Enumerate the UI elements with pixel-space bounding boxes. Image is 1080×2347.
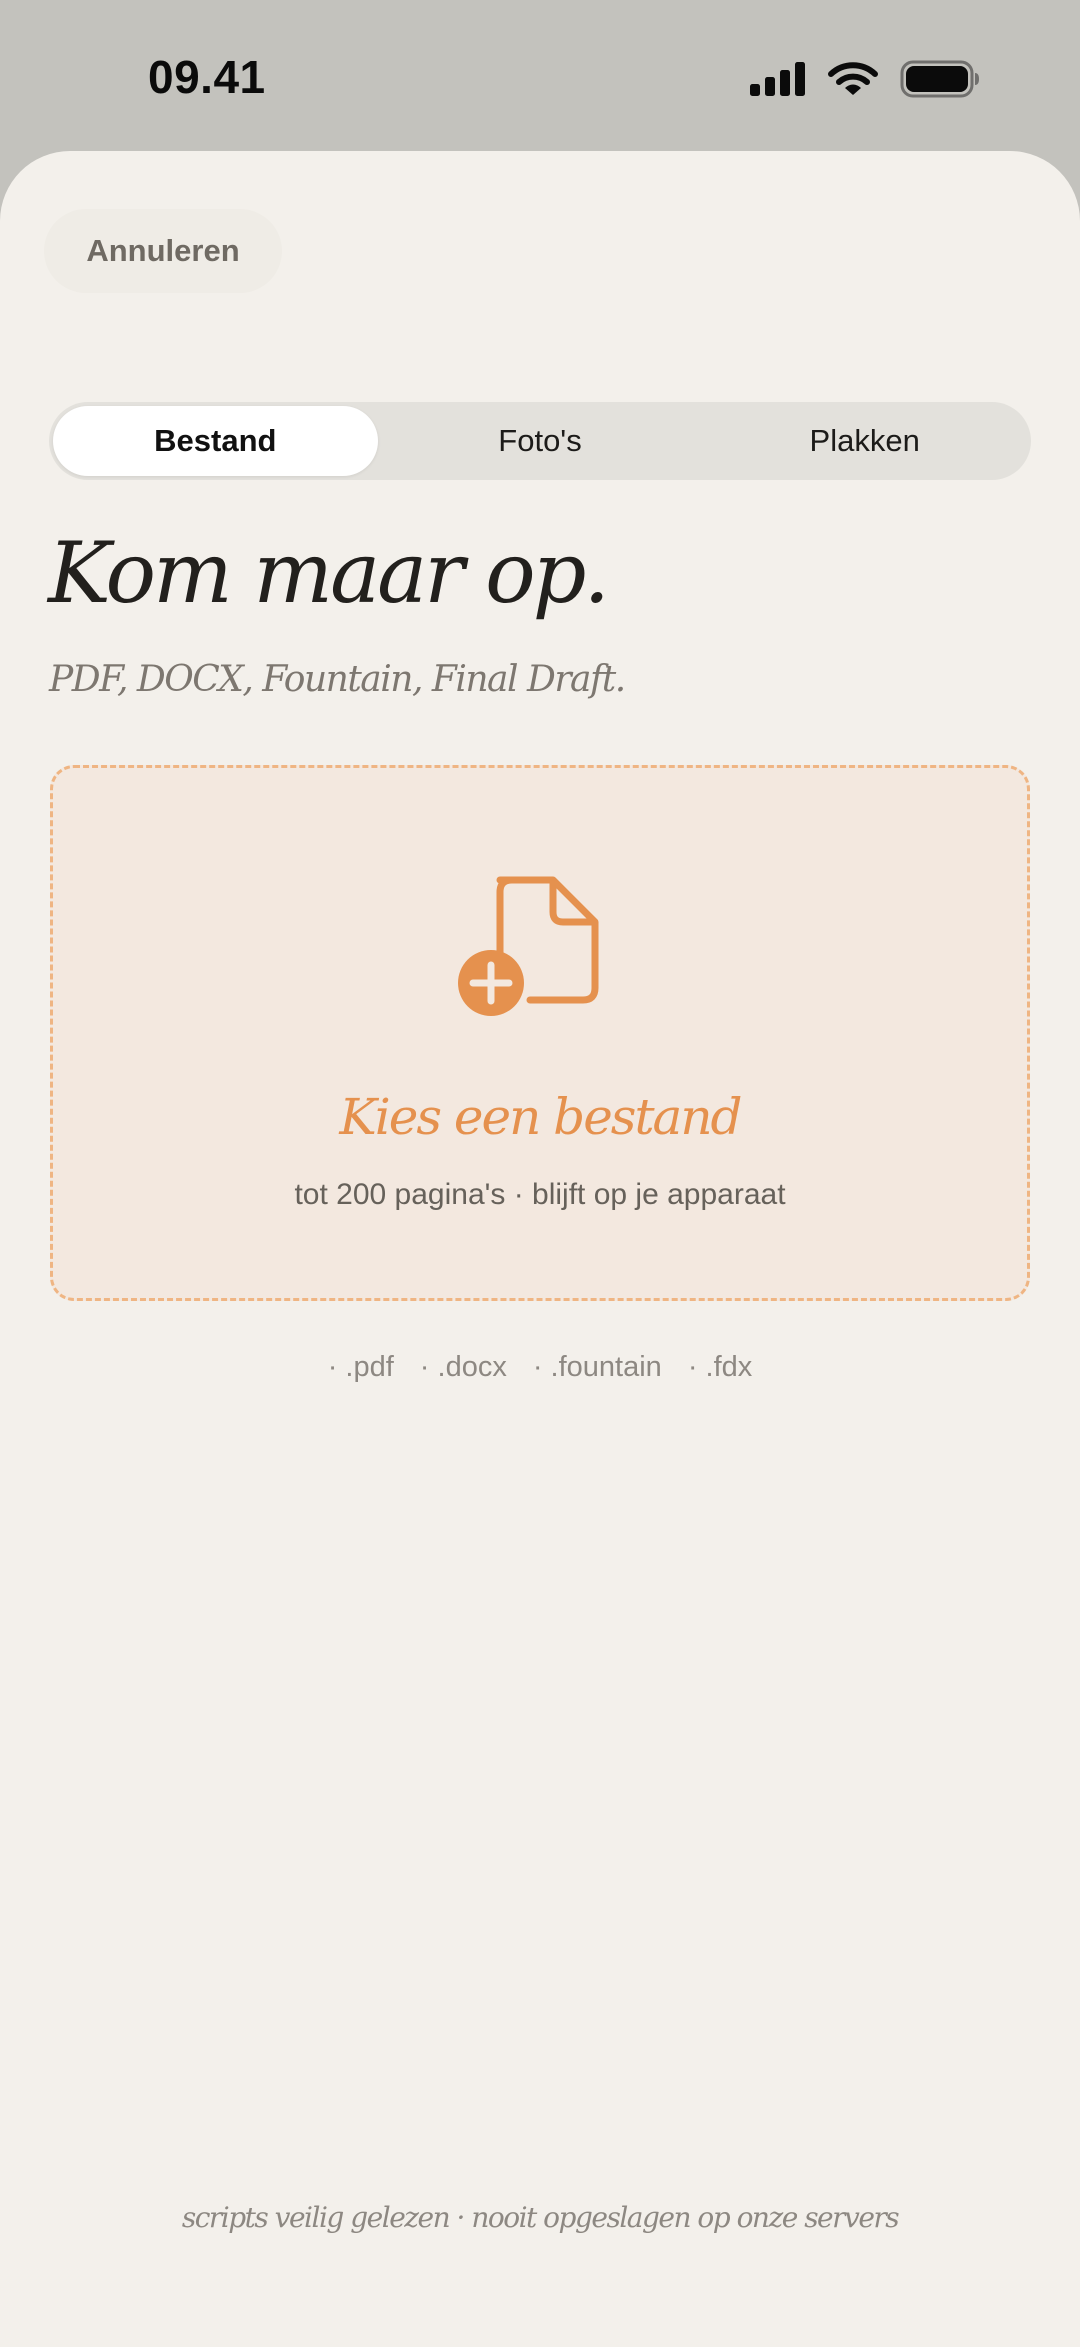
tab-plakken[interactable]: Plakken — [702, 406, 1027, 476]
format-fountain: · .fountain — [532, 1351, 662, 1383]
supported-formats-subtitle: PDF, DOCX, Fountain, Final Draft. — [49, 659, 626, 700]
format-docx: · .docx — [419, 1351, 507, 1383]
dropzone-hint: tot 200 pagina's · blijft op je apparaat — [294, 1178, 786, 1211]
source-segmented-control: Bestand Foto's Plakken — [49, 402, 1031, 480]
format-fdx: · .fdx — [687, 1351, 753, 1383]
status-bar: 09.41 — [0, 0, 1080, 150]
status-time: 09.41 — [148, 51, 266, 103]
file-dropzone[interactable]: Kies een bestand tot 200 pagina's · blij… — [50, 765, 1030, 1301]
accepted-formats-list: · .pdf · .docx · .fountain · .fdx — [0, 1351, 1080, 1384]
import-sheet: Annuleren Bestand Foto's Plakken Kom maa… — [0, 151, 1080, 2347]
format-pdf: · .pdf — [327, 1351, 394, 1383]
wifi-icon — [828, 62, 878, 95]
cancel-button[interactable]: Annuleren — [44, 209, 282, 293]
tab-bestand[interactable]: Bestand — [53, 406, 378, 476]
tab-fotos[interactable]: Foto's — [378, 406, 703, 476]
page-title: Kom maar op. — [48, 524, 610, 622]
status-icons — [750, 60, 980, 98]
battery-icon — [900, 60, 979, 98]
choose-file-label: Kies een bestand — [339, 1088, 742, 1146]
file-add-icon — [458, 876, 599, 1016]
cellular-signal-icon — [750, 62, 805, 96]
privacy-note: scripts veilig gelezen · nooit opgeslage… — [181, 2201, 900, 2234]
